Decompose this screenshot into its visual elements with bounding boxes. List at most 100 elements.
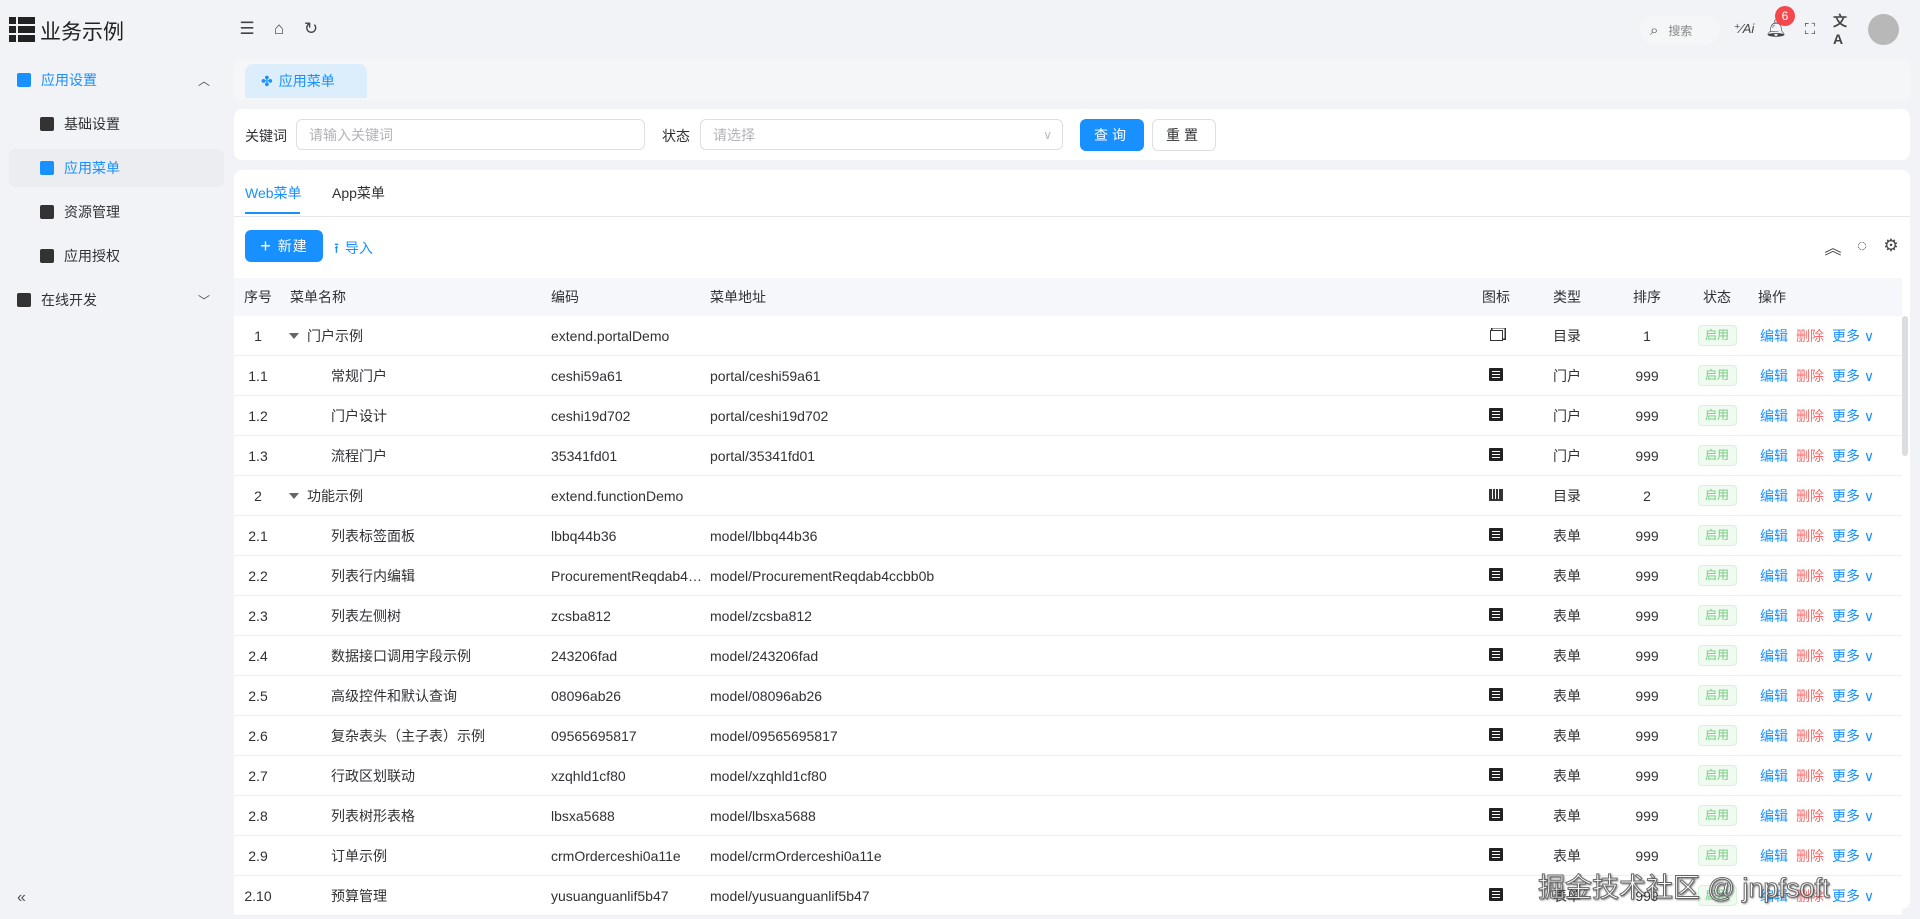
- edit-link[interactable]: 编辑: [1760, 606, 1788, 626]
- more-dropdown[interactable]: 更多 ∨: [1832, 846, 1874, 866]
- table-row[interactable]: 1.1 常规门户 ceshi59a61 portal/ceshi59a61 门户…: [234, 356, 1902, 396]
- more-dropdown[interactable]: 更多 ∨: [1832, 686, 1874, 706]
- row-url: model/xzqhld1cf80: [710, 767, 827, 784]
- edit-link[interactable]: 编辑: [1760, 726, 1788, 746]
- settings-gear-icon[interactable]: ⚙: [1881, 236, 1901, 256]
- avatar[interactable]: [1868, 14, 1899, 45]
- edit-link[interactable]: 编辑: [1760, 446, 1788, 466]
- edit-link[interactable]: 编辑: [1760, 406, 1788, 426]
- fullscreen-icon[interactable]: ⛶: [1800, 19, 1820, 39]
- table-row[interactable]: 2.7 行政区划联动 xzqhld1cf80 model/xzqhld1cf80…: [234, 756, 1902, 796]
- delete-link[interactable]: 删除: [1796, 846, 1824, 866]
- row-code: 08096ab26: [551, 687, 622, 704]
- delete-link[interactable]: 删除: [1796, 366, 1824, 386]
- row-seq: 2.6: [248, 727, 268, 744]
- edit-link[interactable]: 编辑: [1760, 326, 1788, 346]
- menu-toggle-icon[interactable]: ☰: [237, 19, 257, 39]
- tab-app-menu[interactable]: App菜单: [332, 183, 385, 203]
- more-dropdown[interactable]: 更多 ∨: [1832, 406, 1874, 426]
- table-row[interactable]: 2.5 高级控件和默认查询 08096ab26 model/08096ab26 …: [234, 676, 1902, 716]
- status-select[interactable]: 请选择 ∨: [700, 119, 1063, 150]
- edit-link[interactable]: 编辑: [1760, 846, 1788, 866]
- more-dropdown[interactable]: 更多 ∨: [1832, 526, 1874, 546]
- delete-link[interactable]: 删除: [1796, 646, 1824, 666]
- edit-link[interactable]: 编辑: [1760, 646, 1788, 666]
- table-row[interactable]: 2.4 数据接口调用字段示例 243206fad model/243206fad…: [234, 636, 1902, 676]
- sidebar-item[interactable]: 资源管理: [9, 193, 224, 231]
- chevron-down-icon: ∨: [1863, 487, 1875, 504]
- query-button[interactable]: 查询: [1080, 119, 1144, 151]
- list-icon: [1466, 847, 1526, 864]
- more-dropdown[interactable]: 更多 ∨: [1832, 646, 1874, 666]
- edit-link[interactable]: 编辑: [1760, 766, 1788, 786]
- row-code: 09565695817: [551, 727, 637, 744]
- table-row[interactable]: 2 功能示例 extend.functionDemo 目录 2 启用 编辑 删除更…: [234, 476, 1902, 516]
- table-row[interactable]: 2.2 列表行内编辑 ProcurementReqdab4ccbb0b mode…: [234, 556, 1902, 596]
- delete-link[interactable]: 删除: [1796, 686, 1824, 706]
- more-dropdown[interactable]: 更多 ∨: [1832, 326, 1874, 346]
- table-row[interactable]: 2.1 列表标签面板 lbbq44b36 model/lbbq44b36 表单 …: [234, 516, 1902, 556]
- sidebar-item[interactable]: 应用菜单: [9, 149, 224, 187]
- delete-link[interactable]: 删除: [1796, 406, 1824, 426]
- sidebar-item[interactable]: 基础设置: [9, 105, 224, 143]
- expand-toggle-icon[interactable]: [289, 492, 299, 499]
- delete-link[interactable]: 删除: [1796, 566, 1824, 586]
- more-dropdown[interactable]: 更多 ∨: [1832, 766, 1874, 786]
- refresh-icon[interactable]: ↻: [301, 19, 321, 39]
- row-seq: 2.10: [244, 887, 272, 904]
- table-row[interactable]: 1.2 门户设计 ceshi19d702 portal/ceshi19d702 …: [234, 396, 1902, 436]
- page-tab-app-menu[interactable]: ✤ 应用菜单: [245, 64, 367, 98]
- expand-toggle-icon[interactable]: [289, 332, 299, 339]
- delete-link[interactable]: 删除: [1796, 486, 1824, 506]
- import-button[interactable]: ⭱ 导入: [334, 238, 373, 262]
- ai-icon[interactable]: ⁺⁄Ai: [1734, 19, 1755, 39]
- delete-link[interactable]: 删除: [1796, 326, 1824, 346]
- delete-link[interactable]: 删除: [1796, 806, 1824, 826]
- keyword-input[interactable]: 请输入关键词: [296, 119, 645, 150]
- sidebar-item[interactable]: 在线开发 ﹀: [9, 281, 224, 319]
- more-label: 更多: [1832, 367, 1860, 384]
- table-row[interactable]: 2.3 列表左侧树 zcsba812 model/zcsba812 表单 999…: [234, 596, 1902, 636]
- chevron-down-icon[interactable]: ﹀: [198, 292, 210, 309]
- edit-link[interactable]: 编辑: [1760, 526, 1788, 546]
- more-dropdown[interactable]: 更多 ∨: [1832, 446, 1874, 466]
- edit-link[interactable]: 编辑: [1760, 686, 1788, 706]
- row-type: 目录: [1553, 487, 1581, 504]
- search-button[interactable]: ⌕ 搜索: [1640, 16, 1720, 44]
- tab-web-menu[interactable]: Web菜单: [245, 183, 302, 203]
- edit-link[interactable]: 编辑: [1760, 566, 1788, 586]
- chevron-down-icon: ∨: [1863, 647, 1875, 664]
- more-dropdown[interactable]: 更多 ∨: [1832, 366, 1874, 386]
- row-code: zcsba812: [551, 607, 611, 624]
- reload-icon[interactable]: ◌: [1852, 236, 1872, 256]
- reset-button[interactable]: 重置: [1152, 119, 1216, 151]
- more-dropdown[interactable]: 更多 ∨: [1832, 806, 1874, 826]
- chevron-up-icon[interactable]: ︿: [198, 72, 210, 89]
- edit-link[interactable]: 编辑: [1760, 366, 1788, 386]
- table-scrollbar[interactable]: [1902, 316, 1908, 456]
- table-row[interactable]: 2.8 列表树形表格 lbsxa5688 model/lbsxa5688 表单 …: [234, 796, 1902, 836]
- more-dropdown[interactable]: 更多 ∨: [1832, 486, 1874, 506]
- more-dropdown[interactable]: 更多 ∨: [1832, 726, 1874, 746]
- delete-link[interactable]: 删除: [1796, 726, 1824, 746]
- collapse-sidebar-button[interactable]: «: [17, 889, 26, 907]
- delete-link[interactable]: 删除: [1796, 606, 1824, 626]
- edit-link[interactable]: 编辑: [1760, 806, 1788, 826]
- more-dropdown[interactable]: 更多 ∨: [1832, 566, 1874, 586]
- more-dropdown[interactable]: 更多 ∨: [1832, 886, 1874, 906]
- table-row[interactable]: 1.3 流程门户 35341fd01 portal/35341fd01 门户 9…: [234, 436, 1902, 476]
- table-row[interactable]: 2.6 复杂表头（主子表）示例 09565695817 model/095656…: [234, 716, 1902, 756]
- collapse-all-icon[interactable]: ︽: [1823, 236, 1843, 258]
- table-row[interactable]: 1 门户示例 extend.portalDemo 目录 1 启用 编辑 删除 更多 …: [234, 316, 1902, 356]
- delete-link[interactable]: 删除: [1796, 766, 1824, 786]
- delete-link[interactable]: 删除: [1796, 526, 1824, 546]
- chevron-down-icon: ∨: [1863, 767, 1875, 784]
- new-button[interactable]: + 新建: [245, 230, 323, 262]
- sidebar-item[interactable]: 应用授权: [9, 237, 224, 275]
- sidebar-item[interactable]: 应用设置 ︿: [9, 61, 224, 99]
- home-icon[interactable]: ⌂: [269, 19, 289, 39]
- more-dropdown[interactable]: 更多 ∨: [1832, 606, 1874, 626]
- translate-icon[interactable]: 文A: [1833, 13, 1853, 47]
- delete-link[interactable]: 删除: [1796, 446, 1824, 466]
- edit-link[interactable]: 编辑: [1760, 486, 1788, 506]
